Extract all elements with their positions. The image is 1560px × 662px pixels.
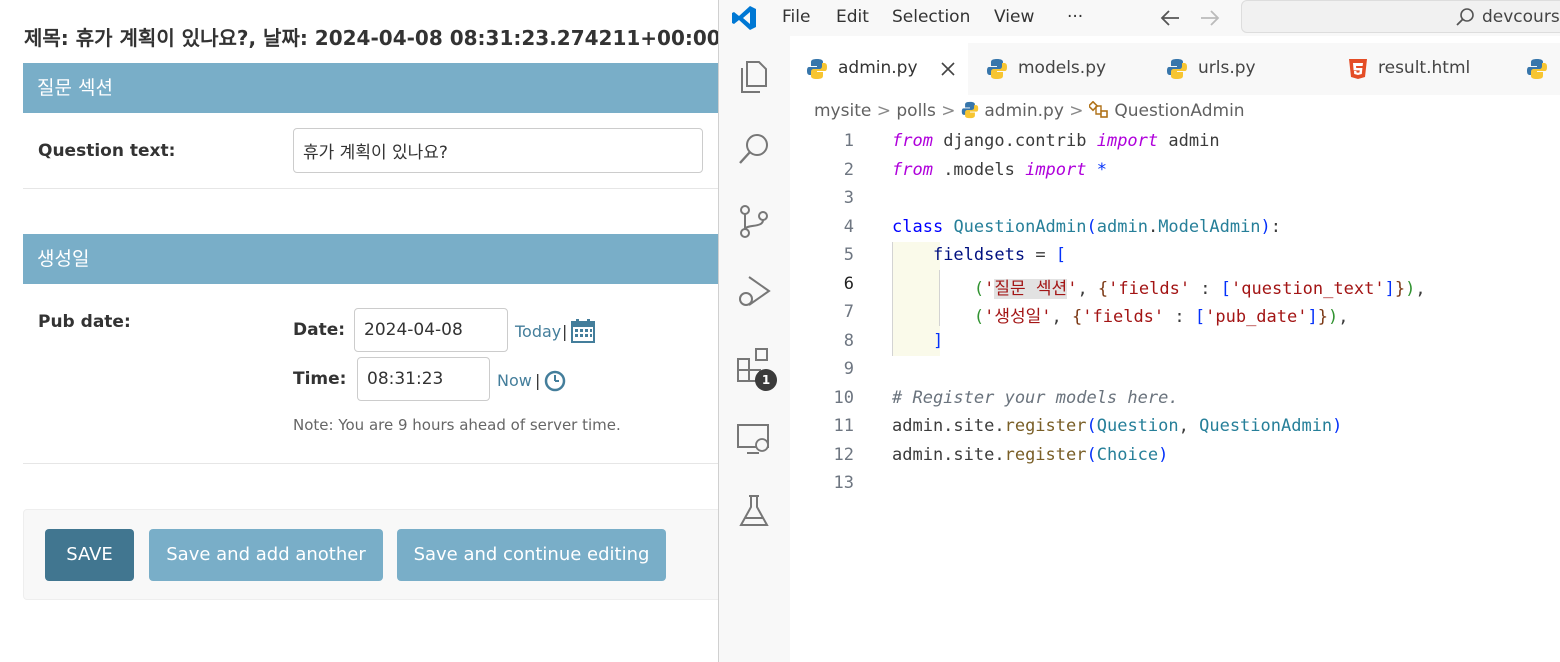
- tab-label: models.py: [1018, 58, 1107, 78]
- section-header-question: 질문 섹션: [23, 63, 720, 113]
- class-symbol-icon: [1087, 100, 1108, 118]
- breadcrumb-mysite[interactable]: mysite: [814, 101, 871, 121]
- search-label: devcourse: [1482, 7, 1560, 27]
- forward-arrow-icon[interactable]: [1199, 8, 1221, 28]
- code-line: 11 admin.site.register(Question, Question…: [833, 416, 1343, 436]
- code-line: 7 ('생성일', {'fields' : ['pub_date']}),: [843, 302, 1349, 327]
- code-line: 2 from .models import *: [843, 160, 1107, 180]
- divider: [23, 188, 720, 189]
- separator: |: [562, 322, 568, 341]
- save-button[interactable]: SAVE: [45, 529, 134, 581]
- clock-icon[interactable]: [544, 370, 566, 392]
- back-arrow-icon[interactable]: [1159, 8, 1181, 28]
- django-admin-panel: 제목: 휴가 계획이 있나요?, 날짜: 2024-04-08 08:31:23…: [0, 0, 720, 662]
- remote-explorer-icon[interactable]: [735, 420, 773, 458]
- code-line: 9: [843, 359, 854, 379]
- time-input[interactable]: [357, 357, 490, 401]
- code-line: 12 admin.site.register(Choice): [833, 445, 1169, 465]
- tab-models-py[interactable]: models.py: [970, 43, 1148, 95]
- search-icon[interactable]: [735, 130, 773, 168]
- tab-admin-py[interactable]: admin.py: [790, 43, 968, 95]
- menu-more[interactable]: ···: [1067, 7, 1083, 27]
- code-line: 5 fieldsets = [: [843, 245, 1067, 265]
- code-line-active: 6 ('질문 섹션', {'fields' : ['question_text'…: [843, 274, 1426, 299]
- code-line: 10 # Register your models here.: [833, 388, 1179, 408]
- now-link[interactable]: Now: [497, 371, 532, 390]
- question-text-input[interactable]: [293, 128, 703, 173]
- submit-row: SAVE Save and add another Save and conti…: [23, 509, 720, 600]
- vscode-logo-icon: [732, 6, 756, 30]
- source-control-icon[interactable]: [735, 202, 773, 240]
- pub-date-label: Pub date:: [38, 312, 131, 332]
- breadcrumb-separator: >: [876, 101, 891, 121]
- time-label: Time:: [293, 369, 347, 389]
- html5-file-icon: [1349, 59, 1367, 79]
- breadcrumb-separator: >: [941, 101, 956, 121]
- testing-flask-icon[interactable]: [735, 492, 773, 530]
- editor-tabs: admin.py models.py urls.py result.html: [790, 43, 1560, 95]
- explorer-icon[interactable]: [735, 58, 773, 96]
- tab-label: admin.py: [838, 58, 918, 78]
- breadcrumb-separator: >: [1069, 101, 1084, 121]
- separator: |: [535, 371, 541, 390]
- section-header-pubdate: 생성일: [23, 234, 720, 284]
- menu-view[interactable]: View: [994, 7, 1034, 27]
- breadcrumb-polls[interactable]: polls: [896, 101, 936, 121]
- code-line: 8 ]: [843, 331, 944, 351]
- page-title: 제목: 휴가 계획이 있나요?, 날짜: 2024-04-08 08:31:23…: [24, 26, 720, 50]
- divider: [23, 463, 720, 464]
- python-file-icon: [807, 59, 827, 79]
- extensions-badge: 1: [755, 369, 777, 391]
- tab-urls-py[interactable]: urls.py: [1150, 43, 1328, 95]
- code-line: 3: [843, 188, 854, 208]
- tab-result-html[interactable]: result.html: [1330, 43, 1508, 95]
- breadcrumb: mysite > polls > admin.py > QuestionAdmi…: [814, 100, 1245, 121]
- menu-edit[interactable]: Edit: [836, 7, 869, 27]
- search-icon: [1456, 8, 1474, 26]
- menu-selection[interactable]: Selection: [892, 7, 970, 27]
- tab-label: urls.py: [1198, 58, 1256, 78]
- title-bar: File Edit Selection View ··· devcourse: [719, 0, 1560, 36]
- python-file-icon: [1527, 59, 1547, 79]
- command-center-search[interactable]: devcourse: [1241, 0, 1560, 33]
- vscode-window: File Edit Selection View ··· devcourse: [718, 0, 1560, 662]
- python-file-icon: [961, 101, 979, 119]
- timezone-note: Note: You are 9 hours ahead of server ti…: [293, 416, 621, 434]
- python-file-icon: [1167, 59, 1187, 79]
- close-tab-icon[interactable]: [940, 61, 956, 77]
- date-label: Date:: [293, 320, 346, 340]
- question-text-label: Question text:: [38, 141, 176, 161]
- code-line: 13: [833, 473, 854, 493]
- run-debug-icon[interactable]: [735, 272, 773, 310]
- menu-file[interactable]: File: [782, 7, 810, 27]
- save-add-another-button[interactable]: Save and add another: [149, 529, 383, 581]
- breadcrumb-symbol[interactable]: QuestionAdmin: [1114, 101, 1244, 121]
- python-file-icon: [987, 59, 1007, 79]
- save-continue-editing-button[interactable]: Save and continue editing: [397, 529, 666, 581]
- tab-more[interactable]: [1510, 43, 1560, 95]
- tab-label: result.html: [1378, 58, 1471, 78]
- date-input[interactable]: [354, 308, 508, 352]
- code-line: 4 class QuestionAdmin(admin.ModelAdmin):: [843, 217, 1282, 237]
- code-line: 1 from django.contrib import admin: [843, 131, 1220, 151]
- activity-bar: 1: [719, 36, 790, 662]
- calendar-icon[interactable]: [571, 319, 595, 343]
- today-link[interactable]: Today: [515, 322, 561, 341]
- breadcrumb-file[interactable]: admin.py: [984, 101, 1064, 121]
